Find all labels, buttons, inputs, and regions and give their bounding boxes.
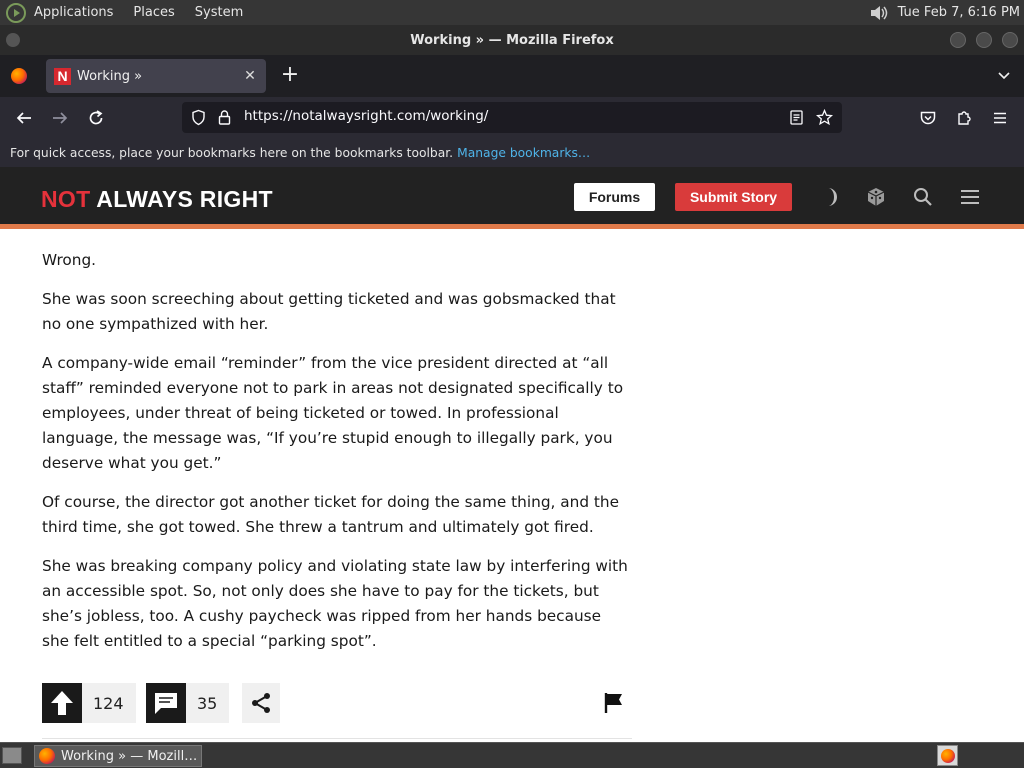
taskbar-window-label: Working » — Mozill… (61, 748, 198, 764)
minimize-icon[interactable] (950, 32, 966, 48)
site-header: NOT ALWAYS RIGHT Forums Submit Story (0, 167, 1024, 229)
comment-count: 35 (197, 693, 218, 713)
shield-icon[interactable] (190, 109, 207, 126)
story-actions: 124 35 (42, 683, 632, 723)
upvote-count: 124 (93, 693, 124, 713)
url-bar[interactable]: https://notalwaysright.com/working/ (182, 102, 842, 133)
comment-icon (146, 683, 186, 723)
arrow-right-icon (53, 112, 68, 124)
tab-working[interactable]: N Working » ✕ (46, 59, 266, 93)
comments-button[interactable]: 35 (146, 683, 230, 723)
panel-tray: Tue Feb 7, 6:16 PM (868, 0, 1020, 25)
story-paragraph: She was breaking company policy and viol… (42, 557, 628, 650)
extensions-button[interactable] (952, 106, 976, 130)
firefox-view-icon[interactable] (11, 68, 27, 84)
firefox-icon (39, 748, 55, 764)
puzzle-icon (958, 111, 971, 125)
top-panel: Applications Places System Tue Feb 7, 6:… (0, 0, 1024, 25)
site-favicon-icon: N (54, 67, 71, 85)
close-window-icon[interactable] (1002, 32, 1018, 48)
share-button[interactable] (242, 683, 280, 723)
system-logo-icon[interactable] (6, 2, 26, 23)
bookmarks-toolbar: For quick access, place your bookmarks h… (0, 139, 1024, 167)
random-story-dice-icon[interactable] (865, 186, 887, 208)
pocket-icon (920, 111, 936, 125)
lock-icon[interactable] (216, 109, 233, 126)
site-menu-hamburger-icon[interactable] (959, 186, 981, 208)
reader-view-icon[interactable] (788, 109, 805, 126)
clock[interactable]: Tue Feb 7, 6:16 PM (898, 5, 1020, 20)
maximize-icon[interactable] (976, 32, 992, 48)
chevron-down-icon[interactable] (996, 67, 1012, 83)
logo-not: NOT (41, 186, 91, 212)
menu-system[interactable]: System (195, 5, 243, 20)
divider (42, 738, 632, 739)
upvote-arrow-icon (42, 683, 82, 723)
arrow-left-icon (16, 112, 31, 124)
bookmark-star-icon[interactable] (816, 109, 833, 126)
menu-places[interactable]: Places (133, 5, 174, 20)
dark-mode-icon[interactable] (818, 186, 840, 208)
upvote-button[interactable]: 124 (42, 683, 136, 723)
url-text[interactable]: https://notalwaysright.com/working/ (244, 108, 488, 124)
reload-button[interactable] (84, 106, 108, 130)
forward-button[interactable] (48, 106, 72, 130)
workspace-switcher-icon[interactable] (937, 745, 958, 766)
bottom-taskbar: Working » — Mozill… (0, 742, 1024, 768)
story-paragraph: A company-wide email “reminder” from the… (42, 354, 624, 472)
window-menu-icon[interactable] (6, 33, 20, 47)
report-flag-icon[interactable] (602, 691, 626, 715)
hamburger-icon (994, 112, 1006, 124)
navigation-toolbar: https://notalwaysright.com/working/ (0, 97, 1024, 139)
volume-icon[interactable] (868, 3, 890, 23)
tab-close-icon[interactable]: ✕ (240, 68, 260, 84)
logo-always-right: ALWAYS RIGHT (90, 186, 273, 212)
show-desktop-icon[interactable] (2, 747, 22, 764)
search-icon[interactable] (912, 186, 934, 208)
story-paragraph: She was soon screeching about getting ti… (42, 290, 616, 333)
story-paragraph: Wrong. (42, 251, 97, 269)
story-paragraph: Of course, the director got another tick… (42, 493, 619, 536)
bookmarks-hint: For quick access, place your bookmarks h… (10, 146, 454, 160)
tab-title: Working » (77, 68, 143, 84)
back-button[interactable] (12, 106, 36, 130)
page-content: NOT ALWAYS RIGHT Forums Submit Story Wro… (0, 167, 1024, 742)
manage-bookmarks-link[interactable]: Manage bookmarks… (457, 146, 590, 160)
forums-button[interactable]: Forums (574, 183, 655, 211)
taskbar-window-firefox[interactable]: Working » — Mozill… (34, 745, 202, 767)
pocket-button[interactable] (916, 106, 940, 130)
new-tab-button[interactable]: + (278, 64, 302, 88)
menu-applications[interactable]: Applications (34, 5, 113, 20)
window-title: Working » — Mozilla Firefox (410, 32, 614, 48)
reload-icon (89, 110, 103, 125)
site-logo[interactable]: NOT ALWAYS RIGHT (41, 186, 273, 213)
story-body: Wrong. She was soon screeching about get… (42, 248, 632, 668)
tab-strip: N Working » ✕ + (0, 55, 1024, 97)
share-icon (252, 693, 270, 713)
app-menu-button[interactable] (988, 106, 1012, 130)
submit-story-button[interactable]: Submit Story (675, 183, 792, 211)
window-titlebar[interactable]: Working » — Mozilla Firefox (0, 25, 1024, 55)
